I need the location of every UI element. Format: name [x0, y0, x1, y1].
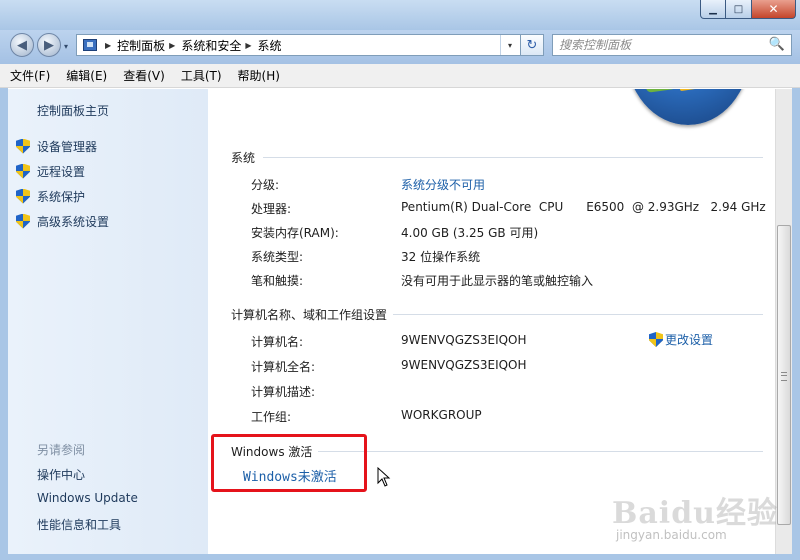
sidebar-item-advanced-settings[interactable]: 高级系统设置: [16, 212, 109, 230]
sidebar-item-remote-settings[interactable]: 远程设置: [16, 162, 85, 180]
processor-label: 处理器:: [251, 202, 292, 216]
system-type-value: 32 位操作系统: [401, 250, 481, 264]
sidebar-item-action-center[interactable]: 操作中心: [37, 466, 85, 483]
menu-file[interactable]: 文件(F): [10, 67, 50, 84]
sidebar-item-control-panel-home[interactable]: 控制面板主页: [37, 102, 109, 119]
sidebar: 控制面板主页 设备管理器 远程设置 系统保护 高级系统设置 另请参阅 操作中心 …: [8, 89, 208, 554]
grip-icon: [781, 372, 787, 381]
see-also-heading: 另请参阅: [37, 443, 86, 457]
chevron-right-icon[interactable]: ▶: [105, 41, 111, 50]
ram-value: 4.00 GB (3.25 GB 可用): [401, 226, 539, 240]
minimize-button[interactable]: ▁: [700, 0, 726, 19]
system-type-label: 系统类型:: [251, 250, 304, 264]
shield-icon: [16, 138, 30, 154]
control-panel-icon: [83, 39, 97, 51]
section-divider: [393, 314, 763, 315]
ram-label: 安装内存(RAM):: [251, 226, 339, 240]
breadcrumb-system-security[interactable]: 系统和安全: [181, 37, 241, 54]
shield-icon: [649, 332, 663, 347]
menu-help[interactable]: 帮助(H): [238, 67, 280, 84]
menu-edit[interactable]: 编辑(E): [66, 67, 107, 84]
change-settings-link[interactable]: 更改设置: [649, 331, 713, 348]
watermark-url: jingyan.baidu.com: [616, 528, 727, 542]
sidebar-item-label: 远程设置: [37, 164, 86, 179]
computer-name-value: 9WENVQGZS3EIQOH: [401, 333, 527, 347]
window-frame-right: [792, 88, 800, 554]
recent-pages-button[interactable]: ▾: [64, 42, 68, 51]
change-settings-label: 更改设置: [665, 333, 714, 347]
vertical-scrollbar[interactable]: [775, 89, 792, 554]
rating-label: 分级:: [251, 178, 280, 192]
section-divider: [318, 451, 763, 452]
full-name-label: 计算机全名:: [251, 360, 316, 374]
watermark: Baidu经验 jingyan.baidu.com: [612, 488, 784, 550]
computer-name-label: 计算机名:: [251, 335, 304, 349]
sidebar-item-label: 系统保护: [37, 189, 86, 204]
refresh-icon: ↻: [526, 37, 538, 53]
breadcrumb-system[interactable]: 系统: [258, 37, 282, 54]
chevron-right-icon[interactable]: ▶: [169, 41, 175, 50]
search-box: 🔍: [552, 34, 792, 56]
scrollbar-thumb[interactable]: [777, 225, 791, 525]
forward-arrow-icon: ▶: [44, 37, 54, 53]
description-label: 计算机描述:: [251, 385, 316, 399]
pen-touch-value: 没有可用于此显示器的笔或触控输入: [401, 274, 594, 288]
shield-icon: [16, 213, 30, 229]
highlight-annotation: [211, 434, 367, 492]
maximize-button[interactable]: □: [726, 0, 752, 19]
sidebar-item-label: 设备管理器: [37, 139, 98, 154]
address-dropdown-button[interactable]: ▾: [500, 35, 519, 55]
window-frame-left: [0, 88, 8, 554]
back-button[interactable]: ◀: [10, 33, 34, 57]
back-arrow-icon: ◀: [17, 37, 27, 53]
search-input[interactable]: [559, 36, 759, 54]
watermark-brand: Baidu经验: [612, 496, 778, 531]
computer-section-title: 计算机名称、域和工作组设置: [231, 308, 388, 322]
mouse-cursor-icon: [377, 467, 391, 487]
menu-bar: 文件(F) 编辑(E) 查看(V) 工具(T) 帮助(H): [0, 64, 800, 88]
processor-value: Pentium(R) Dual-Core CPU E6500 @ 2.93GHz…: [401, 200, 766, 214]
forward-button[interactable]: ▶: [37, 33, 61, 57]
sidebar-item-windows-update[interactable]: Windows Update: [37, 491, 138, 505]
workgroup-label: 工作组:: [251, 410, 292, 424]
menu-tools[interactable]: 工具(T): [181, 67, 222, 84]
shield-icon: [16, 188, 30, 204]
navigation-bar: ◀ ▶ ▾ ▶ 控制面板 ▶ 系统和安全 ▶ 系统 ▾ ↻ 🔍: [0, 30, 800, 64]
breadcrumb-control-panel[interactable]: 控制面板: [117, 37, 165, 54]
chevron-right-icon[interactable]: ▶: [245, 41, 251, 50]
close-button[interactable]: ✕: [752, 0, 796, 19]
refresh-button[interactable]: ↻: [520, 34, 544, 56]
pen-touch-label: 笔和触摸:: [251, 274, 304, 288]
sidebar-item-performance[interactable]: 性能信息和工具: [37, 516, 121, 533]
sidebar-item-label: 高级系统设置: [37, 214, 110, 229]
rating-link[interactable]: 系统分级不可用: [401, 176, 485, 193]
full-name-value: 9WENVQGZS3EIQOH: [401, 358, 527, 372]
main-content: 系统 分级: 系统分级不可用 处理器: Pentium(R) Dual-Core…: [208, 89, 775, 554]
section-divider: [263, 157, 763, 158]
shield-icon: [16, 163, 30, 179]
system-section-title: 系统: [231, 151, 256, 165]
address-bar[interactable]: ▶ 控制面板 ▶ 系统和安全 ▶ 系统 ▾: [76, 34, 544, 56]
title-bar: ▁ □ ✕: [0, 0, 800, 30]
search-icon[interactable]: 🔍: [769, 37, 785, 52]
sidebar-item-system-protection[interactable]: 系统保护: [16, 187, 85, 205]
caption-buttons: ▁ □ ✕: [700, 0, 796, 20]
windows-logo: [626, 89, 750, 125]
sidebar-item-device-manager[interactable]: 设备管理器: [16, 137, 97, 155]
menu-view[interactable]: 查看(V): [123, 67, 165, 84]
workgroup-value: WORKGROUP: [401, 408, 482, 422]
window-frame-bottom: [0, 554, 800, 560]
